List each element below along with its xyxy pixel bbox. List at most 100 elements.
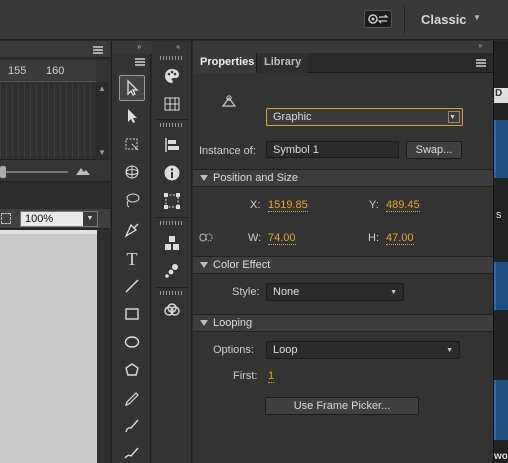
timeline-ruler[interactable]: 155 160 (0, 60, 96, 82)
grip-icon[interactable] (160, 123, 184, 127)
color-palette-icon[interactable] (161, 65, 183, 87)
transform-icon[interactable] (161, 190, 183, 212)
timeline-header (0, 41, 110, 58)
loop-options-value: Loop (273, 344, 298, 356)
swap-button[interactable]: Swap... (406, 141, 462, 159)
subselection-tool-icon[interactable] (119, 103, 145, 129)
section-color-effect[interactable]: Color Effect (193, 256, 493, 274)
divider (156, 287, 188, 288)
info-icon[interactable] (161, 162, 183, 184)
pen-tool-icon[interactable] (119, 217, 145, 243)
tools-header: ›› (112, 41, 152, 54)
use-frame-picker-button[interactable]: Use Frame Picker... (265, 397, 419, 415)
components-icon[interactable] (161, 232, 183, 254)
timeline-frames[interactable] (0, 83, 96, 158)
frame-number: 155 (8, 65, 27, 77)
section-title: Color Effect (213, 259, 271, 271)
brush-tool-icon[interactable] (119, 413, 145, 439)
cc-libraries-icon[interactable] (161, 300, 183, 322)
motion-presets-icon[interactable] (161, 260, 183, 282)
tab-properties[interactable]: Properties (193, 53, 262, 73)
section-position-size[interactable]: Position and Size (193, 169, 493, 187)
properties-panel: ›› Properties Library Graphic ▼ Instance… (193, 41, 493, 463)
chevron-down-icon[interactable]: ▼ (473, 13, 481, 22)
collapse-icon[interactable]: ‹‹ (176, 42, 180, 51)
style-label: Style: (232, 286, 260, 298)
grip-icon[interactable] (160, 221, 184, 225)
lasso-tool-icon[interactable] (119, 187, 145, 213)
w-value[interactable]: 74.00 (268, 232, 296, 245)
grip-icon[interactable] (160, 56, 184, 60)
line-tool-icon[interactable] (119, 273, 145, 299)
chevron-down-icon[interactable]: ▼ (83, 212, 97, 226)
section-looping[interactable]: Looping (193, 314, 493, 332)
loop-options-select[interactable]: Loop ▼ (266, 341, 460, 359)
timeline-scrollbar[interactable]: ▲ ▼ (96, 82, 108, 160)
instance-of-field[interactable]: Symbol 1 (266, 141, 399, 158)
right-edge-box: D (494, 88, 508, 103)
workspace-name[interactable]: Classic (421, 12, 467, 27)
pencil-tool-icon[interactable] (119, 386, 145, 412)
panel-top-bar: ›› (193, 41, 493, 53)
right-edge-blue-block (494, 262, 508, 310)
link-icon[interactable] (199, 232, 213, 243)
collapse-icon[interactable]: ›› (137, 42, 141, 51)
x-value[interactable]: 1519.85 (268, 199, 308, 212)
paint-brush-tool-icon[interactable] (119, 439, 145, 463)
divider (404, 6, 405, 34)
workspace-switch-icon[interactable] (364, 10, 392, 28)
x-label: X: (250, 199, 261, 211)
panel-menu-icon[interactable] (476, 59, 486, 67)
fit-stage-icon[interactable] (1, 213, 11, 224)
stage-scrollbar[interactable] (97, 230, 109, 463)
grip-icon[interactable] (160, 291, 184, 295)
tab-library[interactable]: Library (256, 53, 309, 73)
zoom-select[interactable]: 100% ▼ (20, 211, 98, 227)
stage-toolbar: 100% ▼ (0, 209, 110, 229)
stage[interactable] (0, 230, 110, 463)
section-title: Looping (213, 317, 253, 329)
style-value: None (273, 286, 300, 298)
divider (156, 217, 188, 218)
oval-tool-icon[interactable] (119, 329, 145, 355)
zoom-value: 100% (25, 213, 54, 225)
expand-triangle-icon (200, 262, 208, 268)
right-edge-blue-block (494, 380, 508, 440)
free-transform-tool-icon[interactable] (119, 131, 145, 157)
rectangle-tool-icon[interactable] (119, 301, 145, 327)
chevron-down-icon: ▼ (390, 289, 397, 296)
symbol-type-select[interactable]: Graphic ▼ (266, 108, 463, 126)
w-label: W: (248, 232, 262, 244)
mountain-icon[interactable] (76, 165, 90, 175)
right-edge-text: wo (494, 451, 508, 462)
timeline-footer (0, 160, 110, 182)
expand-triangle-icon (200, 175, 208, 181)
first-label: First: (233, 370, 258, 382)
scroll-up-icon[interactable]: ▲ (98, 84, 106, 93)
panel-menu-icon[interactable] (93, 46, 103, 54)
right-edge-blue-block (494, 120, 508, 178)
options-label: Options: (213, 344, 254, 356)
swatches-grid-icon[interactable] (161, 93, 183, 115)
selection-tool-icon[interactable] (119, 75, 145, 101)
3d-rotation-tool-icon[interactable] (119, 159, 145, 185)
polystar-tool-icon[interactable] (119, 357, 145, 383)
expand-triangle-icon (200, 320, 208, 326)
symbol-type-value: Graphic (273, 111, 312, 123)
align-icon[interactable] (161, 134, 183, 156)
section-title: Position and Size (213, 172, 298, 184)
stage-canvas[interactable] (0, 230, 97, 463)
timeline[interactable]: 155 160 ▲ ▼ (0, 60, 110, 160)
style-select[interactable]: None ▼ (266, 283, 404, 301)
scroll-down-icon[interactable]: ▼ (98, 148, 106, 157)
text-tool-icon[interactable]: T (119, 246, 145, 272)
y-value[interactable]: 489.45 (386, 199, 420, 212)
slider-handle[interactable] (0, 166, 6, 178)
frame-zoom-slider[interactable] (0, 171, 68, 173)
collapse-icon[interactable]: ›› (478, 41, 482, 50)
panel-menu-icon[interactable] (135, 58, 145, 66)
frame-number: 160 (46, 65, 65, 77)
h-value[interactable]: 47.00 (386, 232, 414, 245)
chevron-down-icon: ▼ (446, 347, 453, 354)
first-value[interactable]: 1 (268, 370, 275, 383)
